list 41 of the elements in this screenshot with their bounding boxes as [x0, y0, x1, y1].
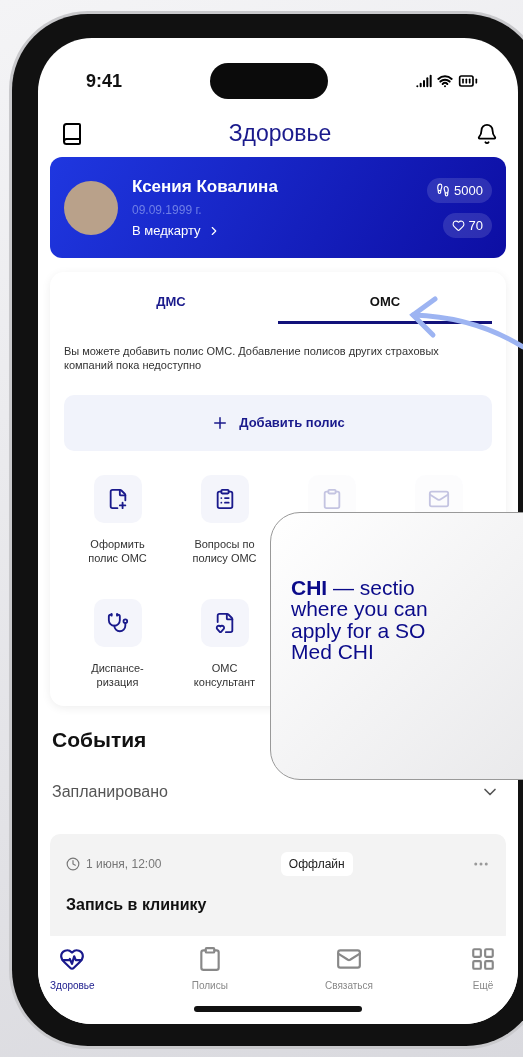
- nav-item[interactable]: Полисы: [191, 946, 228, 1024]
- wifi-icon: [437, 73, 453, 89]
- event-title: Запись в клинику: [66, 895, 208, 914]
- tile-label: Оформить полис ОМС: [87, 536, 148, 566]
- signal-icon: [416, 73, 432, 89]
- service-tile[interactable]: Диспансе-ризация: [64, 599, 171, 690]
- stethoscope-icon: [106, 612, 129, 635]
- page-title: Здоровье: [228, 120, 332, 147]
- heart-icon: [451, 218, 465, 232]
- tile-label: Диспансе-ризация: [90, 661, 145, 690]
- event-time: 1 июня, 12:00: [66, 856, 162, 871]
- policy-tab[interactable]: ОМС: [278, 272, 492, 324]
- event-card[interactable]: 1 июня, 12:00 Оффлайн Запись в клинику: [50, 833, 506, 936]
- service-tile[interactable]: Оформить полис ОМС: [64, 474, 171, 566]
- bell-icon[interactable]: [476, 122, 498, 145]
- medical-file-icon: [213, 612, 236, 635]
- medical-card-link[interactable]: В медкарту: [132, 223, 221, 238]
- notice-text: Вы можете добавить полис ОМС. Добавление полисов других страховых компаний пока недоступно: [64, 344, 440, 373]
- filter-dropdown[interactable]: Запланировано: [50, 751, 506, 802]
- profile-name: Ксения Ковалина: [132, 177, 279, 197]
- policy-tab[interactable]: ДМС: [64, 272, 278, 324]
- event-tag: Оффлайн: [280, 851, 353, 876]
- add-policy-button[interactable]: Добавить полис: [64, 394, 492, 451]
- nav-item[interactable]: Здоровье: [50, 946, 95, 1024]
- callout-text: CHI — sectio where you can apply for a SO Med CHI: [291, 577, 429, 663]
- steps-badge: 5000: [427, 177, 492, 203]
- section-title: События: [52, 727, 148, 752]
- footprints-icon: [436, 183, 451, 197]
- nav-item[interactable]: Связаться: [324, 946, 373, 1024]
- book-icon[interactable]: [60, 121, 84, 146]
- tile-label: Вопросы по полису ОМС: [191, 536, 258, 566]
- nav-item[interactable]: Ещё: [470, 946, 496, 1024]
- tile-label: ОМС консультант: [192, 661, 257, 690]
- mail-icon: [335, 946, 362, 972]
- avatar: [64, 180, 118, 235]
- status-time: 9:41: [86, 70, 123, 92]
- clock-icon: [66, 856, 80, 871]
- birth-date: 09.09.1999 г.: [132, 203, 203, 217]
- heart-pulse-icon: [59, 946, 86, 972]
- heart-badge: 70: [442, 212, 492, 238]
- grid-icon: [470, 946, 496, 972]
